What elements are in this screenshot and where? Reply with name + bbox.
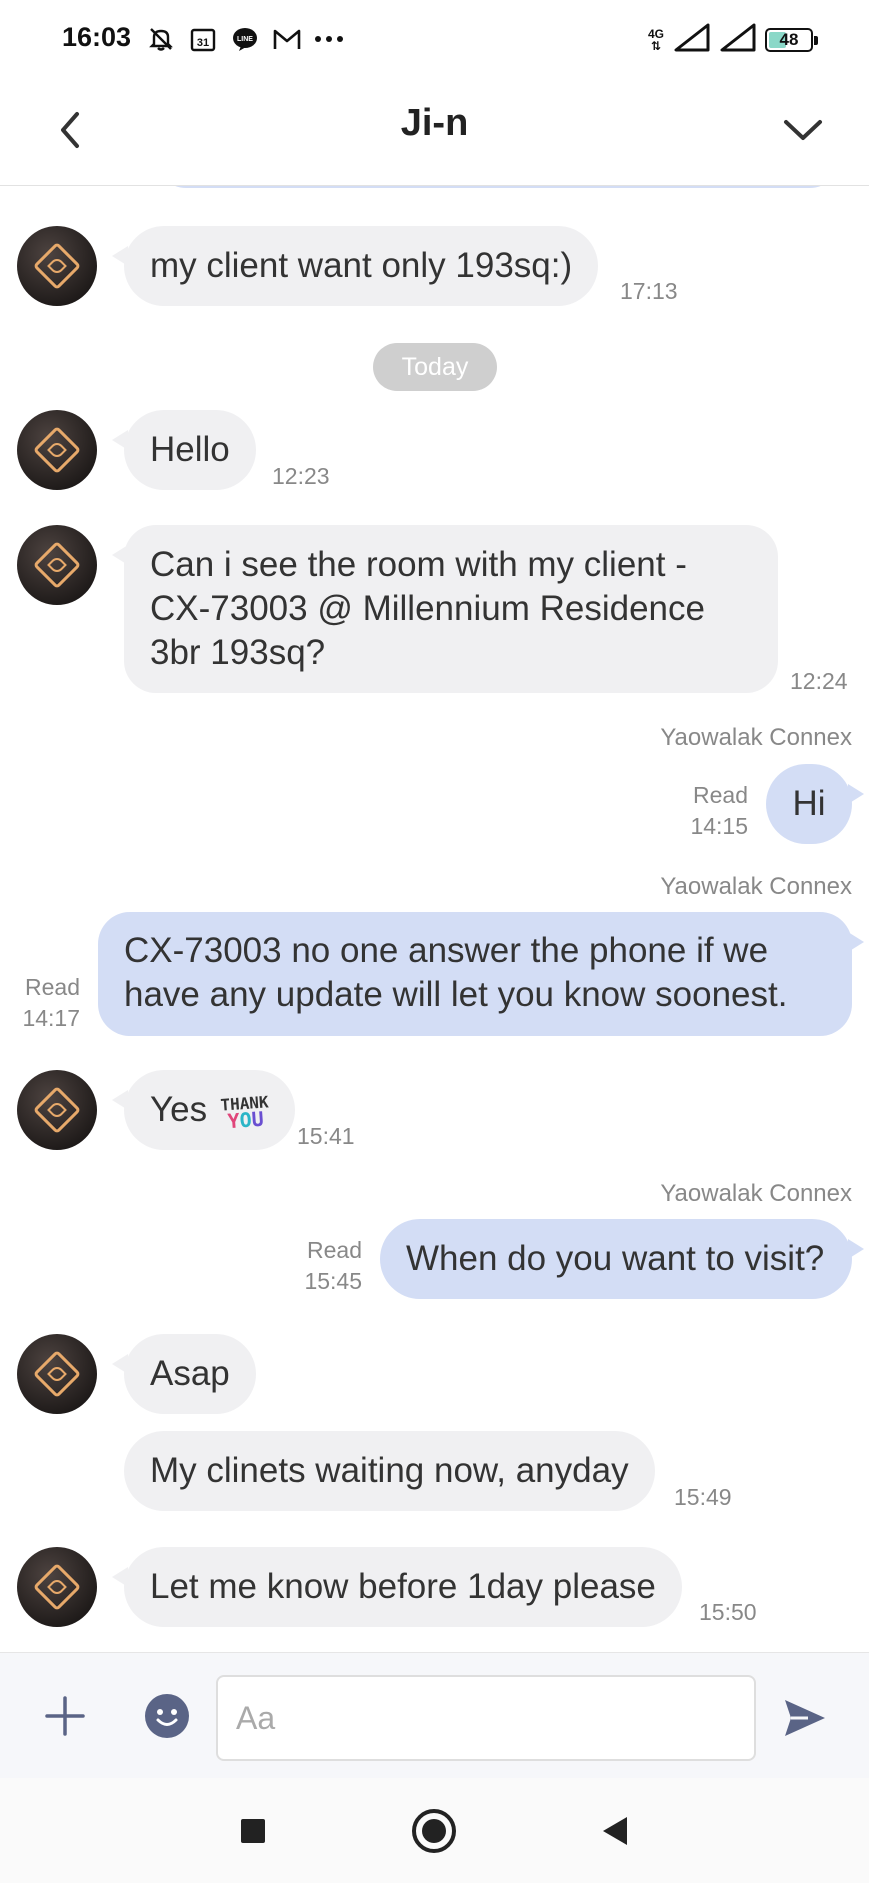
chat-header: Ji-n <box>0 78 869 186</box>
message-bubble-incoming[interactable]: Hello <box>112 410 256 490</box>
more-dots-icon <box>314 24 344 54</box>
read-status: Read <box>25 974 80 1000</box>
date-separator: Today <box>373 343 497 391</box>
home-button[interactable] <box>409 1806 459 1856</box>
battery-icon: 48 <box>765 27 818 52</box>
message-line: CX-73003 @ Millennium Residence <box>150 589 705 628</box>
message-time: 12:24 <box>790 668 848 694</box>
home-circle-icon <box>412 1809 456 1853</box>
message-meta: Read 14:15 <box>682 780 748 842</box>
message-bubble-outgoing[interactable]: Hi <box>766 764 864 844</box>
avatar-logo-icon <box>32 1085 82 1135</box>
avatar[interactable] <box>17 1547 97 1627</box>
thank-you-sticker: THANK YOU <box>220 1092 270 1133</box>
message-line: Can i see the room with my client - <box>150 545 687 584</box>
message-bubble-incoming[interactable]: Asap <box>112 1334 256 1414</box>
plus-icon <box>45 1696 85 1736</box>
smiley-icon <box>145 1694 189 1738</box>
nav-back-button[interactable] <box>590 1806 640 1856</box>
system-navigation-bar <box>0 1778 869 1883</box>
signal-icon <box>719 22 757 57</box>
message-line: 3br 193sq? <box>150 633 326 672</box>
avatar[interactable] <box>17 1070 97 1150</box>
previous-message-bubble[interactable] <box>156 186 840 188</box>
emoji-button[interactable] <box>144 1693 190 1739</box>
sender-name: Yaowalak Connex <box>660 1180 852 1207</box>
message-bubble-outgoing[interactable]: CX-73003 no one answer the phone if we h… <box>98 912 864 1036</box>
avatar-logo-icon <box>32 540 82 590</box>
add-attachment-button[interactable] <box>40 1691 90 1741</box>
message-time: 15:41 <box>297 1123 355 1149</box>
signal-icon <box>673 22 711 57</box>
network-type: 4G ⇅ <box>647 26 664 53</box>
read-status: Read <box>307 1237 362 1263</box>
status-bar: 16:03 31 LINE 4G ⇅ 48 <box>0 0 869 78</box>
gmail-icon <box>272 24 302 54</box>
notifications-off-icon <box>146 24 176 54</box>
send-icon <box>785 1700 825 1736</box>
message-time: 14:15 <box>690 813 748 839</box>
read-status: Read <box>693 782 748 808</box>
avatar[interactable] <box>17 410 97 490</box>
message-bubble-incoming[interactable]: my client want only 193sq:) <box>111 226 599 306</box>
message-line: CX-73003 no one answer the phone if we <box>124 931 769 970</box>
svg-text:LINE: LINE <box>237 36 253 43</box>
message-time: 15:49 <box>674 1484 732 1510</box>
avatar-logo-icon <box>32 1562 82 1612</box>
calendar-31-icon: 31 <box>188 24 218 54</box>
avatar[interactable] <box>17 1334 97 1414</box>
avatar-logo-icon <box>32 241 82 291</box>
message-input[interactable] <box>216 1675 756 1761</box>
battery-value: 48 <box>779 29 799 49</box>
message-composer <box>0 1652 869 1778</box>
message-text: Yes <box>150 1090 208 1129</box>
message-bubble-incoming[interactable]: Can i see the room with my client - CX-7… <box>112 525 778 693</box>
line-app-icon: LINE <box>230 24 260 54</box>
message-bubble-incoming[interactable]: Let me know before 1day please <box>112 1547 682 1627</box>
triangle-back-icon <box>603 1817 627 1845</box>
message-bubble-incoming[interactable]: Yes THANK YOU <box>111 1070 296 1150</box>
message-time: 14:17 <box>22 1005 80 1031</box>
square-icon <box>241 1819 265 1843</box>
message-time: 12:23 <box>272 463 330 489</box>
message-time: 17:13 <box>620 278 678 304</box>
sender-name: Yaowalak Connex <box>660 873 852 900</box>
network-label: 4G <box>647 26 664 41</box>
message-bubble-outgoing[interactable]: When do you want to visit? <box>380 1219 864 1299</box>
chevron-down-icon <box>784 120 822 140</box>
svg-text:31: 31 <box>197 37 209 49</box>
sender-name: Yaowalak Connex <box>660 724 852 751</box>
avatar-logo-icon <box>32 425 82 475</box>
recent-apps-button[interactable] <box>228 1806 278 1856</box>
chat-menu-button[interactable] <box>773 100 833 160</box>
avatar[interactable] <box>17 525 97 605</box>
message-meta: Read 15:45 <box>296 1235 362 1297</box>
status-time: 16:03 <box>62 22 132 52</box>
message-bubble-incoming[interactable]: My clinets waiting now, anyday <box>124 1431 655 1511</box>
message-line: have any update will let you know soones… <box>124 975 788 1014</box>
chat-title[interactable]: Ji-n <box>0 102 869 145</box>
message-time: 15:50 <box>699 1599 757 1625</box>
message-time: 15:45 <box>304 1268 362 1294</box>
sticker-line-2: YOU <box>221 1106 270 1132</box>
send-button[interactable] <box>780 1693 830 1743</box>
avatar[interactable] <box>17 226 97 306</box>
avatar-logo-icon <box>32 1349 82 1399</box>
message-meta: Read 14:17 <box>14 972 80 1034</box>
chat-message-list[interactable]: my client want only 193sq:) 17:13 Today … <box>0 186 869 1652</box>
status-system-icons: 4G ⇅ 48 <box>647 22 818 57</box>
sticker-letter-u: U <box>250 1106 265 1132</box>
status-notification-icons: 31 LINE <box>146 24 344 54</box>
